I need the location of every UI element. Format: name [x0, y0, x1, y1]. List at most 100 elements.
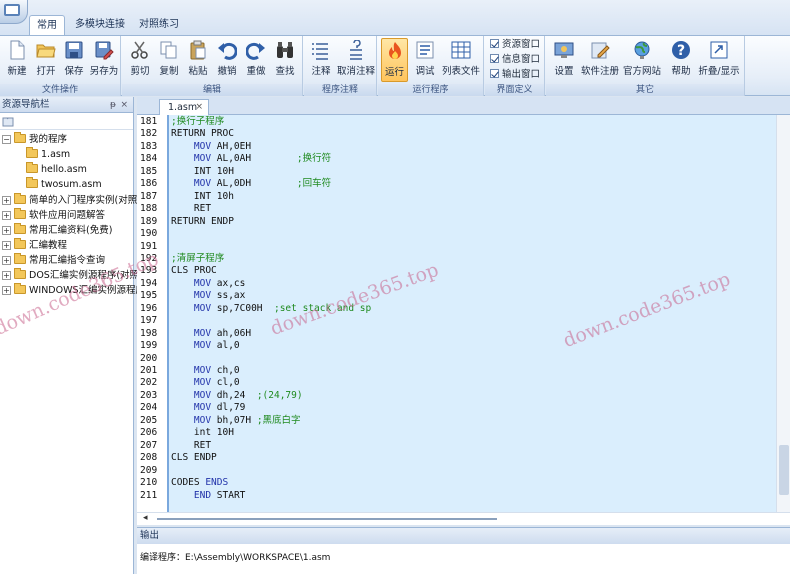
scroll-thumb[interactable]	[779, 445, 789, 495]
line-number: 196	[140, 302, 158, 314]
debug-button[interactable]: 调试	[411, 38, 439, 82]
expand-icon[interactable]: +	[2, 286, 11, 295]
comment-button[interactable]: 注释	[307, 38, 335, 82]
redo-label: 重做	[246, 66, 266, 77]
output-window-checkbox[interactable]: 输出窗口	[490, 68, 540, 82]
app-menu-button[interactable]	[0, 0, 28, 24]
tree-label: 简单的入门程序实例(对照练	[29, 195, 147, 206]
group-comment: 注释 取消注释 程序注释	[304, 36, 377, 96]
editor-tab-bar: 1.asm ×	[137, 97, 790, 115]
code-text: int 10H	[171, 427, 234, 439]
info-window-checkbox[interactable]: 信息窗口	[490, 53, 540, 67]
expand-icon[interactable]: +	[2, 196, 11, 205]
uncomment-button[interactable]: 取消注释	[336, 38, 376, 82]
paste-clipboard-icon	[190, 40, 206, 60]
line-number: 211	[140, 489, 158, 501]
new-button[interactable]: 新建	[3, 38, 31, 82]
debug-label: 调试	[415, 66, 435, 77]
collapse-icon[interactable]: −	[2, 135, 11, 144]
code-line: RETURN ENDP	[171, 216, 234, 229]
help-button[interactable]: ? 帮助	[667, 38, 695, 82]
code-line: RET	[171, 440, 211, 453]
binoculars-icon	[277, 42, 293, 58]
close-tab-icon[interactable]: ×	[195, 100, 203, 115]
expand-icon[interactable]: +	[2, 211, 11, 220]
debug-list-icon	[416, 41, 434, 59]
code-text: AL,0AH	[216, 153, 297, 165]
run-button[interactable]: 运行	[381, 38, 408, 82]
save-button[interactable]: 保存	[61, 38, 87, 82]
cut-button[interactable]: 剪切	[126, 38, 154, 82]
output-text: 编译程序：E:\Assembly\WORKSPACE\1.asm	[140, 553, 331, 563]
settings-button[interactable]: 设置	[549, 38, 579, 82]
code-line: INT 10h	[171, 191, 234, 204]
code-comment: ;(24,79)	[256, 389, 303, 401]
tree-file-hello[interactable]: hello.asm	[26, 162, 87, 177]
tree-node-faq[interactable]: + 软件应用问题解答	[2, 208, 105, 223]
vertical-scrollbar[interactable]	[776, 115, 790, 512]
code-line: MOV AL,0AH ;换行符	[171, 153, 331, 166]
line-number: 209	[140, 464, 158, 476]
tree-node-windows-examples[interactable]: + WINDOWS汇编实例源程序	[2, 283, 145, 298]
code-area[interactable]: ;换行子程序 RETURN PROC MOV AH,0EH MOV AL,0AH …	[167, 115, 776, 512]
expand-icon[interactable]: +	[2, 271, 11, 280]
line-number: 198	[140, 327, 158, 339]
website-button[interactable]: 官方网站	[622, 38, 662, 82]
fold-toggle-button[interactable]: 折叠/显示	[696, 38, 742, 82]
open-button[interactable]: 打开	[32, 38, 60, 82]
code-line: MOV ss,ax	[171, 290, 246, 303]
new-file-icon	[10, 40, 25, 60]
tab-multi-module[interactable]: 多模块连接	[70, 15, 130, 36]
register-button[interactable]: 软件注册	[580, 38, 620, 82]
tab-common[interactable]: 常用	[29, 15, 65, 36]
tree-node-dos-examples[interactable]: + DOS汇编实例源程序(对照练	[2, 268, 149, 283]
file-tab[interactable]: 1.asm ×	[159, 99, 209, 115]
run-flame-icon	[388, 42, 401, 59]
code-line: MOV al,0	[171, 340, 240, 353]
scroll-track[interactable]	[157, 518, 497, 520]
copy-button[interactable]: 复制	[155, 38, 183, 82]
paste-button[interactable]: 粘贴	[184, 38, 212, 82]
line-number: 187	[140, 190, 158, 202]
code-line: CLS PROC	[171, 265, 217, 278]
code-line: MOV ch,0	[171, 365, 240, 378]
expand-icon[interactable]: +	[2, 226, 11, 235]
tree-node-tutorial[interactable]: + 汇编教程	[2, 238, 67, 253]
save-as-button[interactable]: 另存为	[88, 38, 120, 82]
redo-button[interactable]: 重做	[242, 38, 270, 82]
tree-label: 我的程序	[29, 134, 68, 145]
expand-icon[interactable]: +	[2, 241, 11, 250]
expand-icon[interactable]: +	[2, 256, 11, 265]
tree-node-instruction-ref[interactable]: + 常用汇编指令查询	[2, 253, 105, 268]
close-icon[interactable]: ×	[120, 97, 128, 113]
group-run-label: 运行程序	[378, 84, 483, 96]
resource-window-checkbox[interactable]: 资源窗口	[490, 38, 540, 52]
code-text: CLS PROC	[171, 265, 217, 277]
refresh-folder-icon[interactable]	[2, 115, 14, 127]
tree-node-intro-examples[interactable]: + 简单的入门程序实例(对照练	[2, 193, 147, 208]
help-question-icon: ?	[672, 41, 690, 59]
code-line: MOV AH,0EH	[171, 141, 251, 154]
tree-node-resources[interactable]: + 常用汇编资料(免费)	[2, 223, 112, 238]
fold-window-icon	[710, 41, 728, 59]
tree-label: DOS汇编实例源程序(对照练	[29, 270, 149, 281]
line-number: 208	[140, 452, 158, 464]
tree-file-twosum[interactable]: twosum.asm	[26, 177, 102, 192]
checkbox-checked-icon	[490, 39, 499, 48]
group-other-label: 其它	[546, 84, 744, 96]
horizontal-scrollbar[interactable]: ◂	[137, 512, 790, 524]
code-keyword: END	[193, 489, 212, 501]
code-keyword: MOV	[171, 414, 217, 426]
tab-practice[interactable]: 对照练习	[134, 15, 184, 36]
find-button[interactable]: 查找	[271, 38, 299, 82]
list-file-button[interactable]: 列表文件	[440, 38, 482, 82]
find-label: 查找	[275, 66, 295, 77]
tree-file-1asm[interactable]: 1.asm	[26, 147, 70, 162]
code-line: MOV cl,0	[171, 377, 240, 390]
undo-button[interactable]: 撤销	[213, 38, 241, 82]
pin-icon[interactable]: ᵽ	[110, 97, 116, 113]
tree-node-my-programs[interactable]: − 我的程序	[2, 132, 67, 147]
scroll-left-icon[interactable]: ◂	[143, 513, 148, 523]
group-file-label: 文件操作	[0, 84, 120, 96]
line-number: 200	[140, 352, 158, 364]
